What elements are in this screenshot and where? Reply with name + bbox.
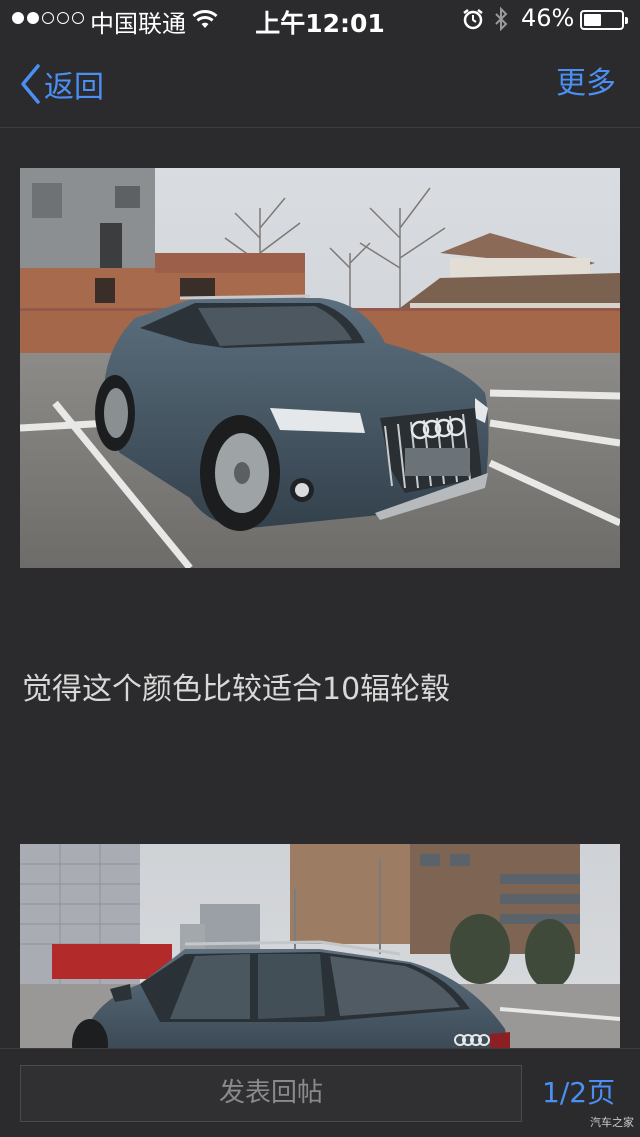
back-button-label: 返回: [44, 70, 104, 105]
battery-percentage: 46%: [521, 4, 575, 32]
chevron-left-icon: [21, 64, 40, 104]
car-photo-image: [20, 168, 620, 568]
battery-level-fill: [584, 14, 601, 26]
post-photo[interactable]: [20, 844, 620, 1048]
battery-icon: [580, 10, 628, 30]
bottom-toolbar: 发表回帖 1/2页: [0, 1048, 640, 1137]
reply-input[interactable]: 发表回帖: [20, 1065, 522, 1122]
alarm-clock-icon: [463, 9, 483, 30]
post-text: 觉得这个颜色比较适合10辐轮毂: [22, 672, 451, 707]
bluetooth-icon: [495, 7, 508, 31]
page-indicator-button[interactable]: 1/2页: [542, 1071, 615, 1111]
post-photo[interactable]: [20, 168, 620, 568]
status-bar: 中国联通 上午12:01 46%: [0, 0, 640, 40]
post-content[interactable]: 觉得这个颜色比较适合10辐轮毂: [0, 128, 640, 1048]
more-button[interactable]: 更多: [556, 62, 616, 106]
car-photo-image: [20, 844, 620, 1048]
back-button[interactable]: 返回: [18, 62, 104, 106]
watermark-text: 汽车之家: [590, 1116, 634, 1129]
navigation-bar: 返回 更多: [0, 40, 640, 128]
